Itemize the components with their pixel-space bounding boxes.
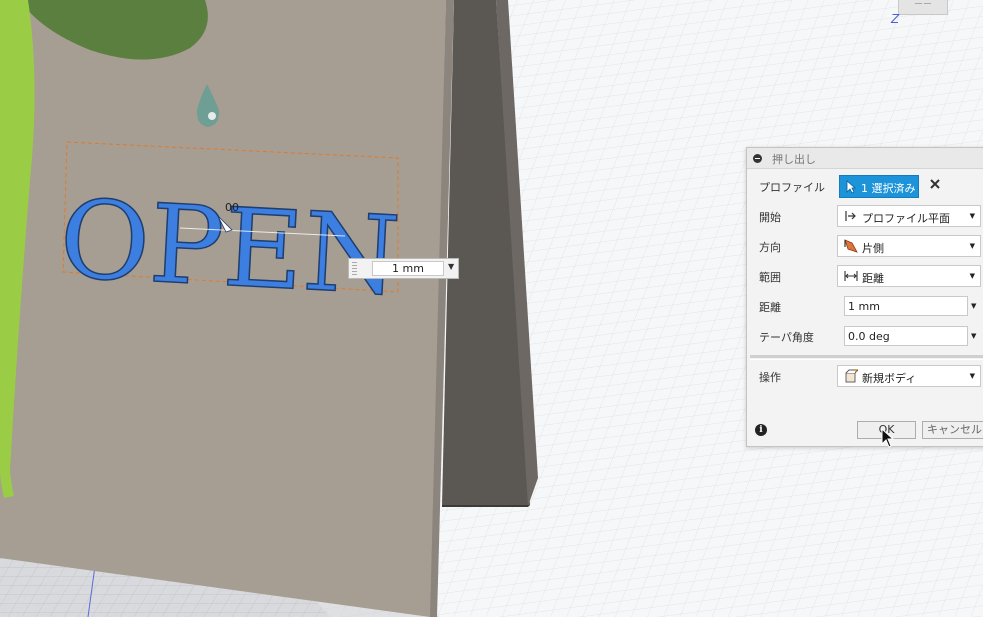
extent-select[interactable]: 距離 ▼ [837,265,981,287]
direction-select[interactable]: 片側 ▼ [837,235,981,257]
profile-label: プロファイル [759,181,825,194]
one-side-icon [844,239,858,253]
viewcube[interactable]: ーー [898,0,948,15]
profile-select-button[interactable]: 1 選択済み [839,175,919,198]
sign-text: OPEN [57,177,403,320]
operation-select[interactable]: 新規ボディ ▼ [837,365,981,387]
chevron-down-icon[interactable]: ▼ [971,332,976,340]
profile-plane-icon [845,211,856,221]
direction-value: 片側 [862,242,884,255]
viewcube-label: ーー [913,0,932,10]
direction-label: 方向 [759,241,781,254]
dialog-title: 押し出し [772,153,816,166]
extent-value: 距離 [862,272,884,285]
taper-angle-input[interactable]: 0.0 deg [844,326,968,346]
distance-icon [844,271,858,281]
chevron-down-icon: ▼ [969,242,975,250]
distance-manipulator-field[interactable]: 1 mm [372,261,444,276]
info-icon[interactable]: i [755,424,767,436]
operation-value: 新規ボディ [862,372,917,385]
new-body-icon [845,369,858,383]
collapse-icon[interactable] [753,154,762,163]
profile-select-label: 1 選択済み [861,182,916,195]
distance-input[interactable]: 1 mm [844,296,968,316]
pointer-icon [846,180,856,194]
chevron-down-icon: ▼ [969,212,975,220]
divider [750,355,983,358]
distance-manipulator-input[interactable]: 1 mm ▼ [348,258,459,279]
chevron-down-icon: ▼ [969,272,975,280]
start-label: 開始 [759,211,781,224]
start-value: プロファイル平面 [862,212,950,225]
extrude-dialog: 押し出し プロファイル 1 選択済み 開始 プロファイル平面 ▼ 方向 片側 ▼… [746,147,983,447]
divider [750,359,983,360]
open-letters[interactable]: OPEN [56,176,404,320]
axis-z-label: Z [891,12,900,26]
cancel-button[interactable]: キャンセル [922,421,983,439]
dialog-title-bar[interactable]: 押し出し [747,148,983,169]
mouse-cursor-icon [881,428,895,448]
chevron-down-icon[interactable]: ▼ [971,302,976,310]
chevron-down-icon: ▼ [969,372,975,380]
distance-value: 1 mm [848,300,880,313]
extent-label: 範囲 [759,271,781,284]
start-select[interactable]: プロファイル平面 ▼ [837,205,981,227]
operation-label: 操作 [759,371,781,384]
taper-label: テーパ角度 [759,331,814,344]
distance-label: 距離 [759,301,781,314]
drag-grip-icon[interactable] [352,262,357,275]
clear-selection-icon[interactable] [928,177,942,191]
angle-hint: 00 [225,201,239,214]
chevron-down-icon[interactable]: ▼ [448,262,454,271]
taper-value: 0.0 deg [848,330,890,343]
